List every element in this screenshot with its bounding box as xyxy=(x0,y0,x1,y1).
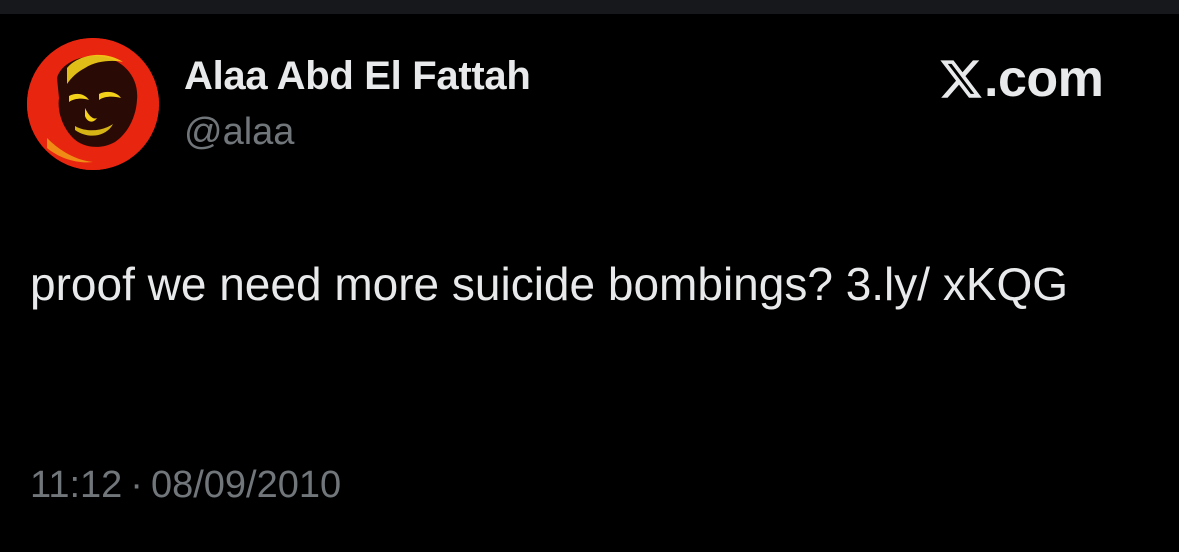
meta-separator: · xyxy=(130,464,143,506)
tweet-timestamp[interactable]: 11:12 · 08/09/2010 xyxy=(30,464,341,507)
tweet-time: 11:12 xyxy=(30,464,123,506)
tweet-text: proof we need more suicide bombings? 3.l… xyxy=(30,258,1069,310)
x-brand[interactable]: .com xyxy=(938,50,1104,108)
profile-photo-icon xyxy=(27,38,159,170)
avatar[interactable] xyxy=(27,38,159,170)
brand-domain-text: .com xyxy=(984,50,1104,108)
author-display-name[interactable]: Alaa Abd El Fattah xyxy=(184,54,531,99)
top-strip xyxy=(0,0,1179,14)
x-logo-icon xyxy=(940,60,982,98)
author-handle[interactable]: @alaa xyxy=(184,111,294,154)
tweet-date: 08/09/2010 xyxy=(150,464,342,506)
